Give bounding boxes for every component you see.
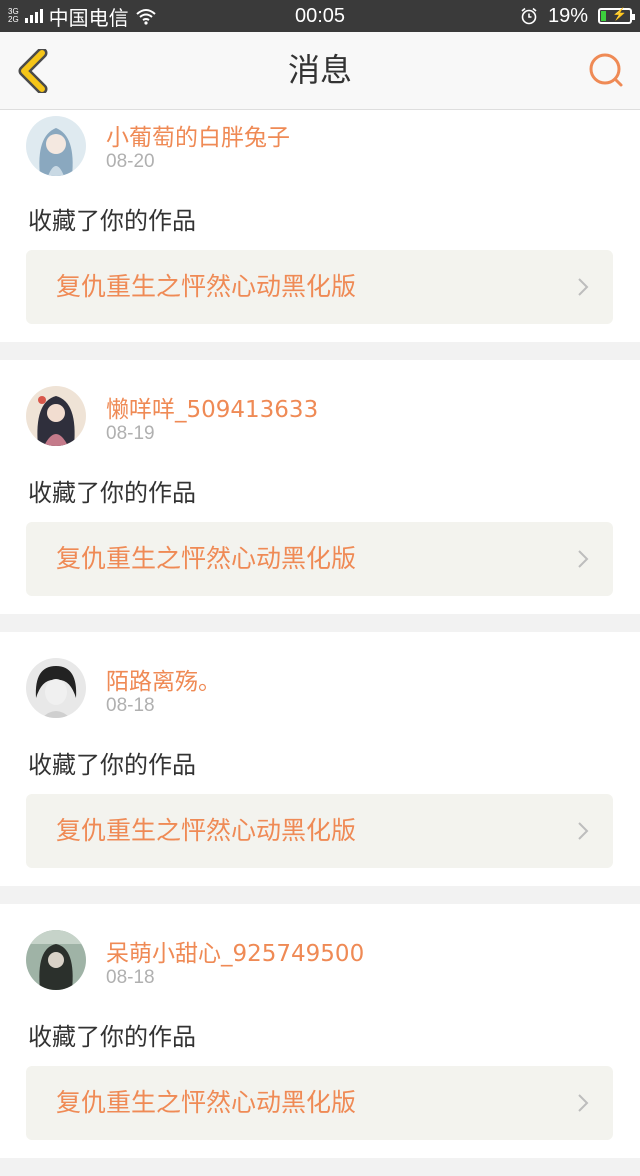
work-link[interactable]: 复仇重生之怦然心动黑化版	[26, 250, 613, 324]
work-title: 复仇重生之怦然心动黑化版	[56, 272, 357, 301]
username[interactable]: 小葡萄的白胖兔子	[106, 118, 290, 152]
status-bar: 3G 2G 中国电信 00:05 19% ⚡	[0, 0, 640, 32]
chevron-right-icon	[578, 822, 589, 840]
username[interactable]: 呆萌小甜心_925749500	[106, 934, 364, 968]
message-list: 小葡萄的白胖兔子 08-20 收藏了你的作品 复仇重生之怦然心动黑化版 懒咩咩_…	[0, 110, 640, 1176]
message-card: 陌路离殇。 08-18 收藏了你的作品 复仇重生之怦然心动黑化版	[0, 632, 640, 886]
action-text: 收藏了你的作品	[28, 1023, 196, 1051]
action-text: 收藏了你的作品	[28, 479, 196, 507]
chevron-right-icon	[578, 278, 589, 296]
message-date: 08-18	[106, 967, 155, 988]
message-date: 08-20	[106, 151, 155, 172]
search-icon	[589, 53, 623, 87]
message-card: 懒咩咩_509413633 08-19 收藏了你的作品 复仇重生之怦然心动黑化版	[0, 360, 640, 614]
message-card: 小葡萄的白胖兔子 08-20 收藏了你的作品 复仇重生之怦然心动黑化版	[0, 110, 640, 342]
work-link[interactable]: 复仇重生之怦然心动黑化版	[26, 1066, 613, 1140]
work-link[interactable]: 复仇重生之怦然心动黑化版	[26, 794, 613, 868]
page-title: 消息	[287, 51, 352, 89]
message-date: 08-19	[106, 423, 155, 444]
battery-icon: ⚡	[598, 7, 635, 24]
username[interactable]: 懒咩咩_509413633	[106, 390, 318, 424]
chevron-right-icon	[578, 1094, 589, 1112]
search-button[interactable]	[586, 50, 626, 90]
status-right: 19% ⚡	[520, 0, 635, 32]
message-date: 08-18	[106, 695, 155, 716]
avatar[interactable]	[26, 386, 86, 446]
battery-percent: 19%	[547, 4, 588, 27]
message-card: 呆萌小甜心_925749500 08-18 收藏了你的作品 复仇重生之怦然心动黑…	[0, 904, 640, 1158]
action-text: 收藏了你的作品	[28, 751, 196, 779]
username[interactable]: 陌路离殇。	[106, 662, 221, 696]
avatar[interactable]	[26, 930, 86, 990]
avatar[interactable]	[26, 658, 86, 718]
work-title: 复仇重生之怦然心动黑化版	[56, 1088, 357, 1117]
work-title: 复仇重生之怦然心动黑化版	[56, 544, 357, 573]
action-text: 收藏了你的作品	[28, 207, 196, 235]
chevron-right-icon	[578, 550, 589, 568]
alarm-icon	[521, 7, 537, 25]
work-title: 复仇重生之怦然心动黑化版	[56, 816, 357, 845]
avatar[interactable]	[26, 116, 86, 176]
work-link[interactable]: 复仇重生之怦然心动黑化版	[26, 522, 613, 596]
nav-header: 消息	[0, 32, 640, 110]
